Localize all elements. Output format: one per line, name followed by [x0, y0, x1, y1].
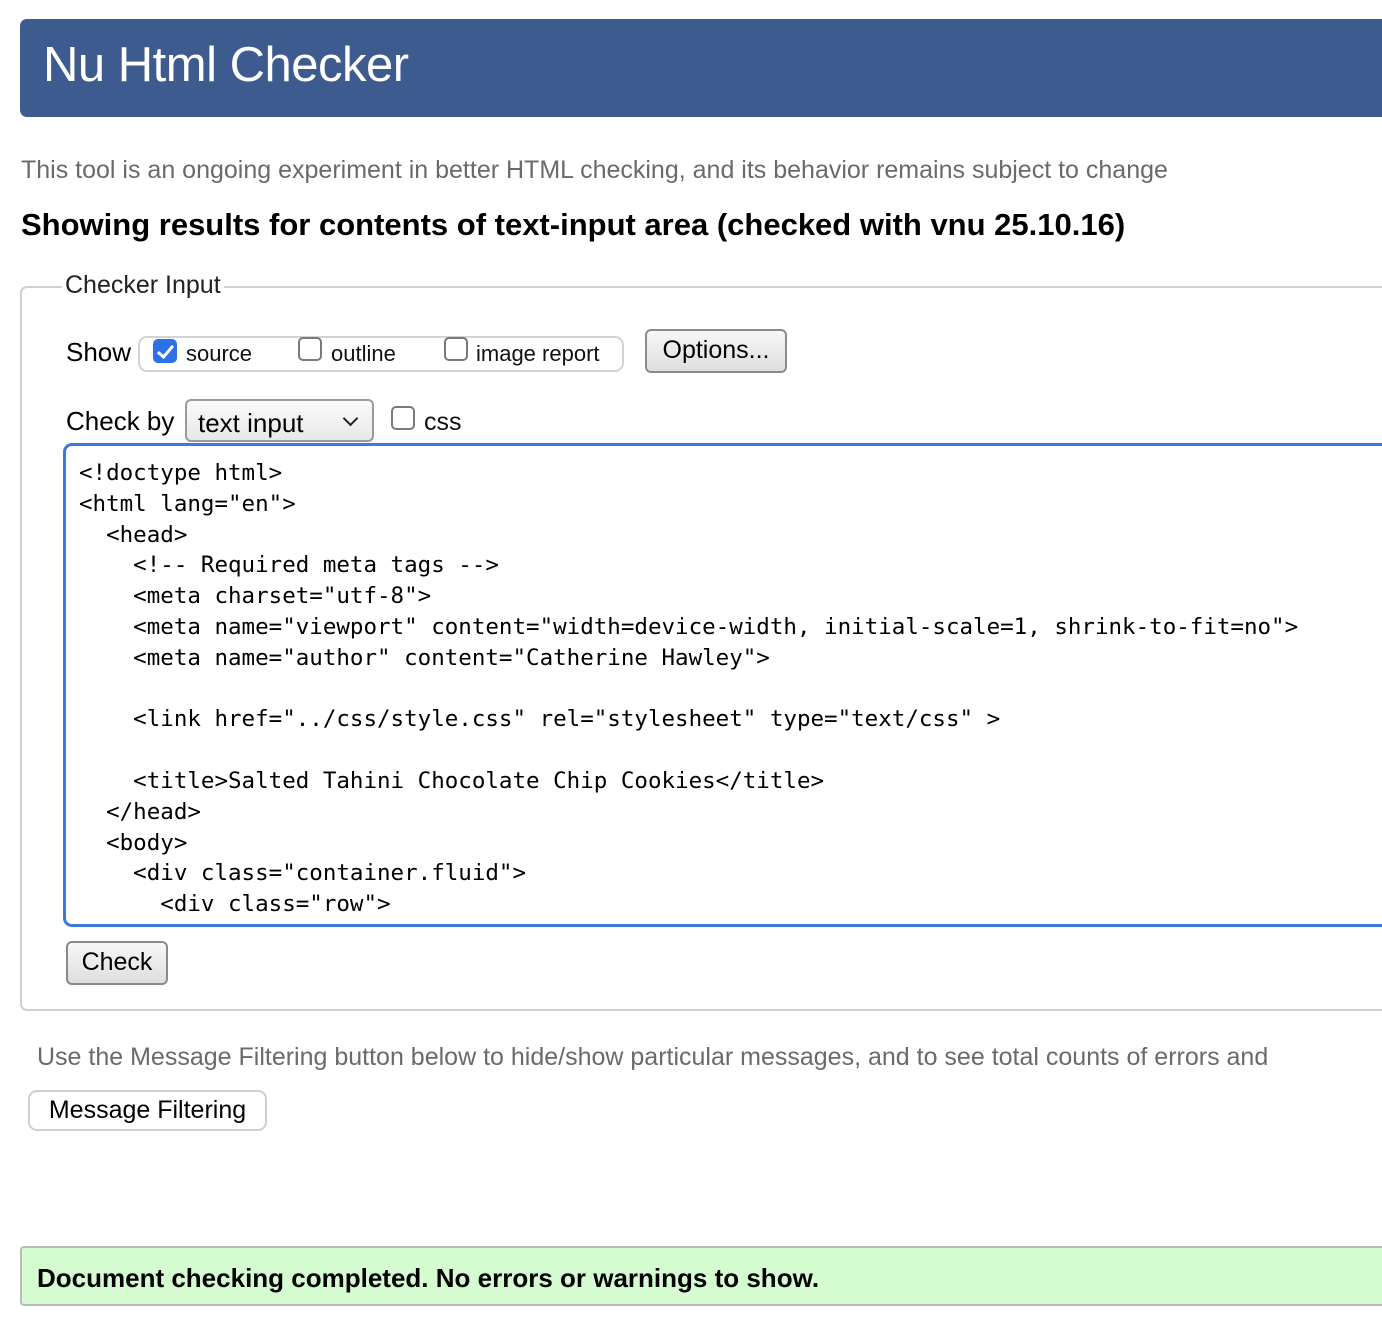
code-line: <meta name="author" content="Catherine H… — [79, 644, 770, 671]
chevron-down-icon — [342, 410, 359, 427]
status-message-box: Document checking completed. No errors o… — [20, 1246, 1382, 1306]
check-by-selected-value: text input — [198, 408, 304, 438]
source-textarea[interactable]: <!doctype html> <html lang="en"> <head> … — [63, 443, 1382, 927]
source-checkbox[interactable] — [153, 339, 177, 363]
results-heading: Showing results for contents of text-inp… — [21, 207, 1126, 242]
options-button[interactable]: Options... — [645, 329, 787, 373]
check-button[interactable]: Check — [66, 941, 168, 985]
status-message: Document checking completed. No errors o… — [37, 1263, 820, 1293]
code-line: <meta name="viewport" content="width=dev… — [79, 613, 1299, 640]
css-checkbox-label[interactable]: css — [424, 408, 462, 437]
code-line: <title>Salted Tahini Chocolate Chip Cook… — [79, 767, 825, 794]
code-line: <body> — [79, 829, 188, 856]
code-line: </head> — [79, 798, 201, 825]
css-checkbox[interactable] — [391, 406, 415, 430]
header-bar: Nu Html Checker — [20, 19, 1382, 117]
subtitle: This tool is an ongoing experiment in be… — [21, 156, 1168, 184]
image-report-checkbox[interactable] — [444, 337, 468, 361]
message-filtering-button[interactable]: Message Filtering — [28, 1090, 267, 1131]
show-label: Show — [66, 337, 132, 367]
check-by-select[interactable]: text input — [185, 399, 374, 442]
code-line: <link href="../css/style.css" rel="style… — [79, 706, 1001, 733]
image-report-checkbox-label[interactable]: image report — [476, 341, 600, 367]
code-line: <meta charset="utf-8"> — [79, 583, 432, 610]
page-title: Nu Html Checker — [43, 38, 409, 92]
code-line: <div class="row"> — [79, 891, 391, 918]
check-by-label: Check by — [66, 406, 175, 436]
code-line: <html lang="en"> — [79, 490, 296, 517]
code-line: <!-- Required meta tags --> — [79, 552, 499, 579]
code-line: <head> — [79, 521, 188, 548]
code-line: <div class="container.fluid"> — [79, 860, 527, 887]
source-checkbox-label[interactable]: source — [186, 341, 252, 367]
code-line: <!doctype html> — [79, 460, 283, 486]
message-filtering-note: Use the Message Filtering button below t… — [37, 1043, 1269, 1071]
outline-checkbox[interactable] — [298, 337, 322, 361]
source-code: <!doctype html> <html lang="en"> <head> … — [79, 458, 1298, 920]
outline-checkbox-label[interactable]: outline — [331, 341, 396, 367]
checker-input-legend: Checker Input — [62, 271, 224, 300]
